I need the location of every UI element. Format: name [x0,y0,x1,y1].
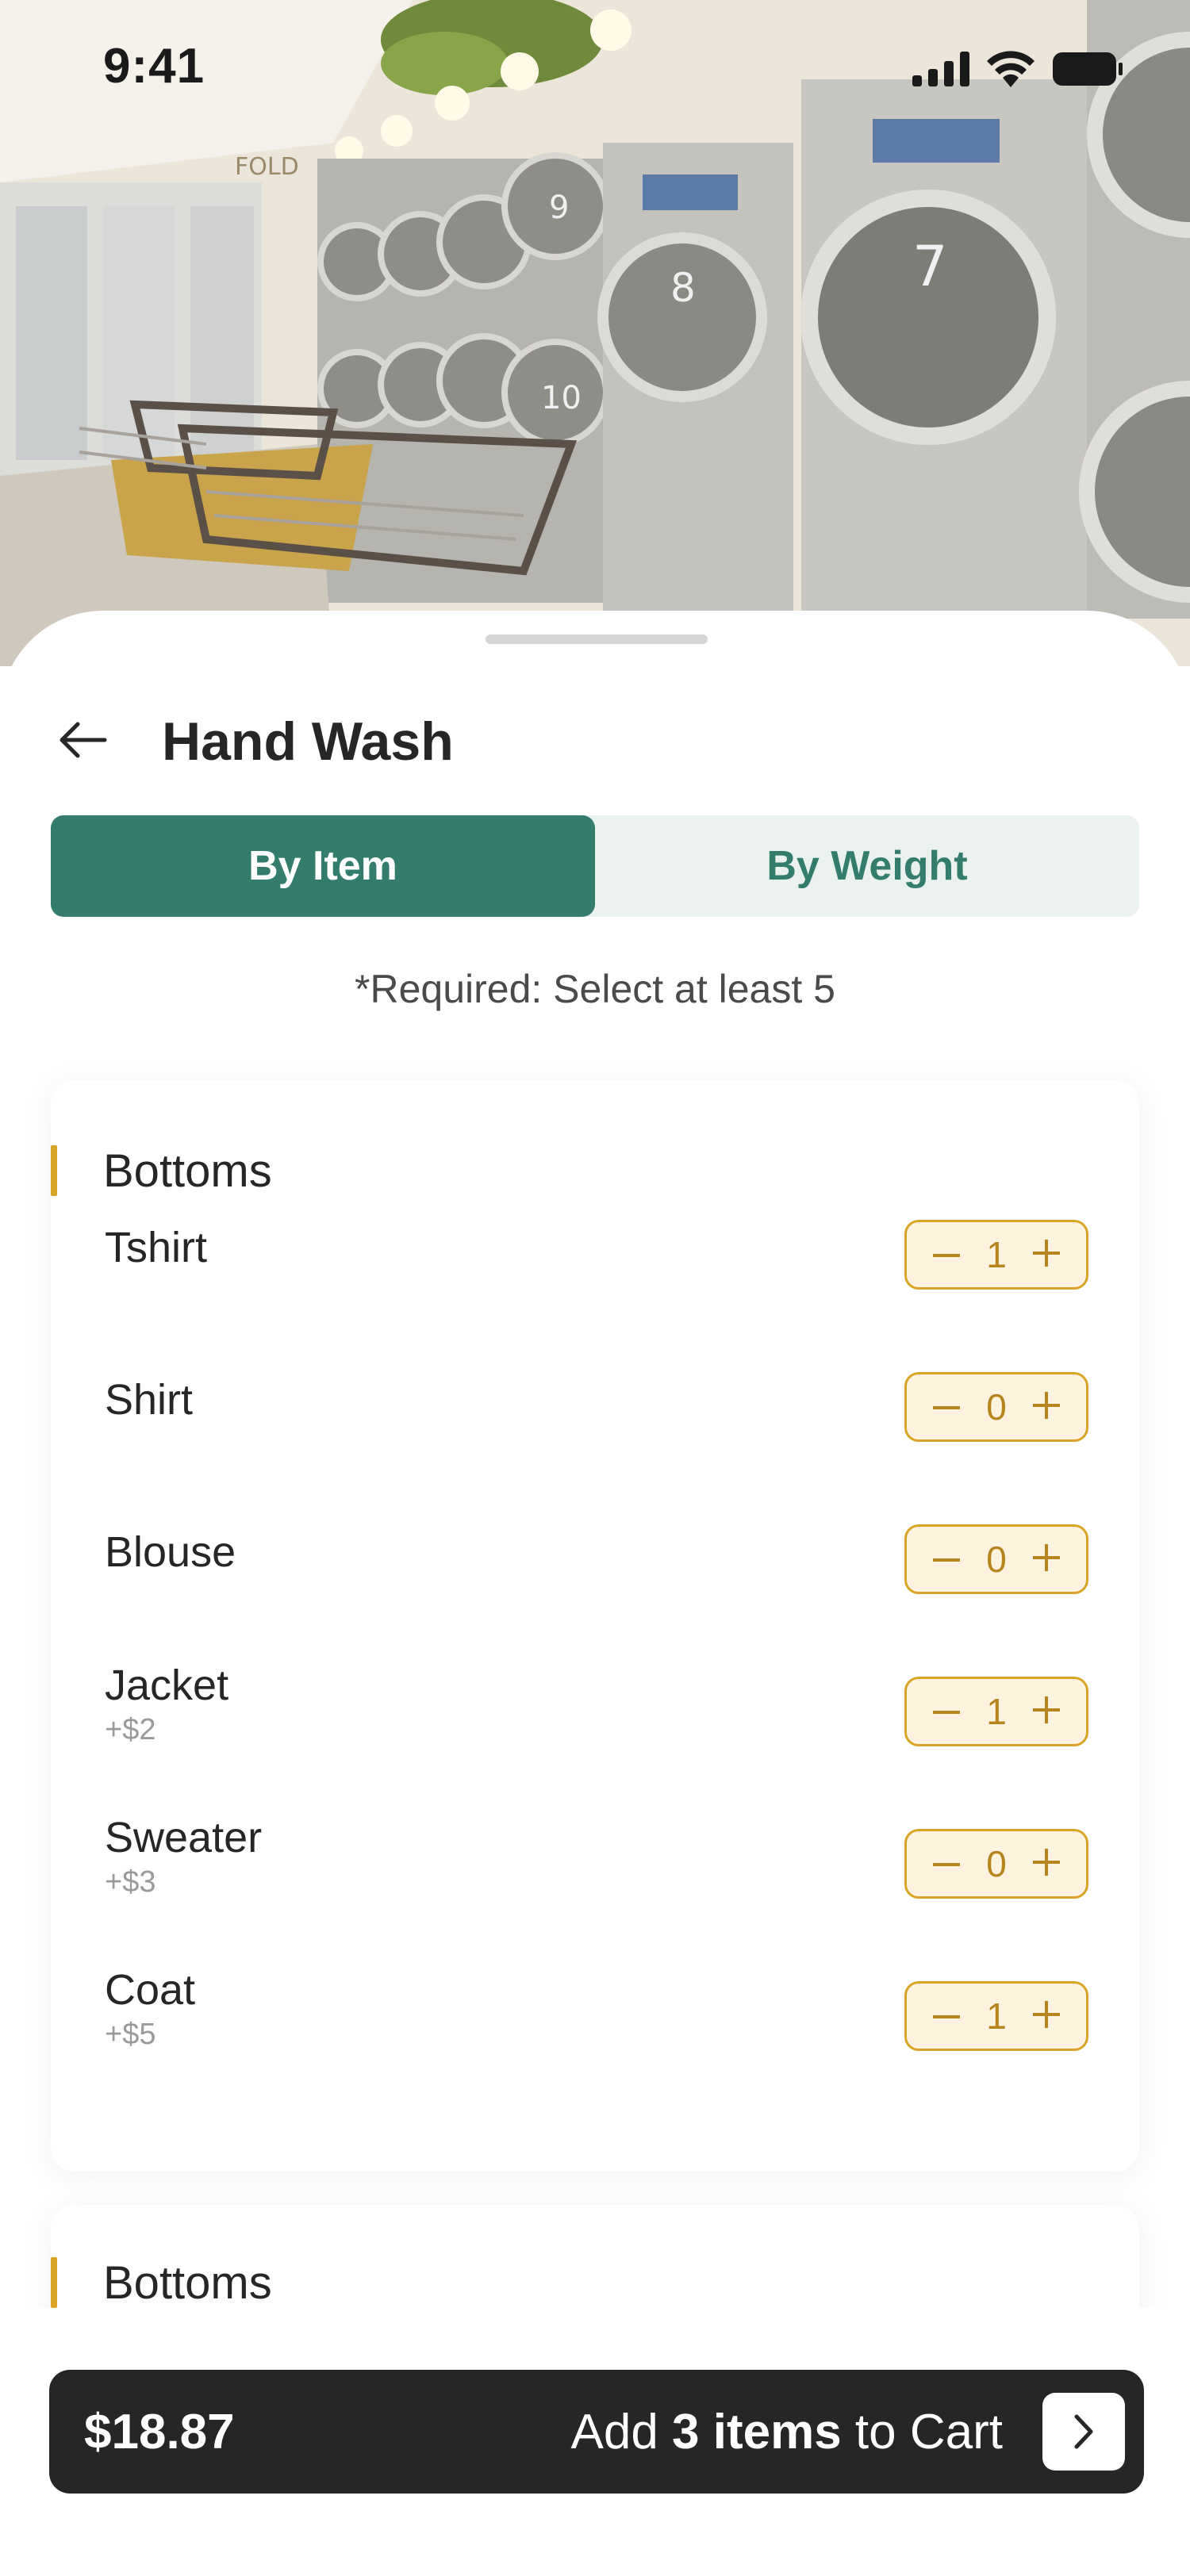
list-item: Tshirt 1 [51,1212,1139,1364]
category-accent-bar [51,1145,57,1196]
plus-icon [1033,1848,1060,1880]
status-time: 9:41 [103,39,205,94]
cart-total-price: $18.87 [84,2404,235,2459]
item-name: Coat [105,1966,196,2014]
chevron-right-icon [1042,2393,1125,2471]
decrement-button[interactable] [926,1843,967,1884]
machine-number-7: 7 [912,234,948,299]
minus-icon [933,2009,960,2023]
tab-by-item[interactable]: By Item [51,815,595,917]
quantity-stepper: 0 [904,1829,1088,1899]
list-item: Sweater +$3 0 [51,1814,1139,1973]
increment-button[interactable] [1026,1691,1067,1732]
decrement-button[interactable] [926,1691,967,1732]
minus-icon [933,1400,960,1414]
back-arrow-icon [57,721,108,763]
quantity-value: 0 [986,1843,1007,1884]
machine-number-8: 8 [670,265,696,311]
bottom-sheet: Hand Wash By Item By Weight *Required: S… [0,611,1190,2576]
cart-item-count: 3 items [672,2404,842,2459]
quantity-value: 0 [986,1539,1007,1580]
minus-icon [933,1857,960,1871]
item-price-extra: +$3 [105,1865,156,1899]
status-bar: 9:41 [0,0,1190,135]
plus-icon [1033,2000,1060,2032]
plus-icon [1033,1543,1060,1575]
bottom-bar: $18.87 Add 3 items to Cart [0,2308,1190,2576]
quantity-stepper: 0 [904,1372,1088,1442]
list-item: Coat +$5 1 [51,1966,1139,2126]
quantity-value: 1 [986,1691,1007,1732]
category-title: Bottoms [103,1144,272,1197]
item-name: Sweater [105,1814,263,1861]
add-to-cart-label: Add 3 items to Cart [570,2404,1003,2460]
minus-icon [933,1248,960,1262]
quantity-value: 0 [986,1386,1007,1428]
add-to-cart-button[interactable]: $18.87 Add 3 items to Cart [49,2370,1144,2494]
battery-icon [1052,52,1123,90]
back-button[interactable] [51,710,114,773]
decrement-button[interactable] [926,1234,967,1275]
increment-button[interactable] [1026,1539,1067,1580]
item-name: Shirt [105,1376,194,1424]
mode-segmented-control: By Item By Weight [51,815,1139,917]
item-price-extra: +$5 [105,2018,156,2051]
quantity-stepper: 1 [904,1220,1088,1290]
machine-number-9: 9 [549,190,569,226]
page-title: Hand Wash [162,711,454,772]
increment-button[interactable] [1026,1995,1067,2037]
category-header: Bottoms [51,1129,1139,1212]
quantity-stepper: 0 [904,1524,1088,1594]
quantity-value: 1 [986,1234,1007,1275]
decrement-button[interactable] [926,1386,967,1428]
plus-icon [1033,1696,1060,1727]
quantity-stepper: 1 [904,1677,1088,1746]
item-name: Blouse [105,1528,236,1576]
decrement-button[interactable] [926,1995,967,2037]
add-to-cart-suffix: to Cart [841,2404,1003,2459]
add-to-cart-prefix: Add [570,2404,673,2459]
fold-sign: FOLD [235,153,299,181]
minus-icon [933,1552,960,1566]
plus-icon [1033,1239,1060,1271]
sheet-grabber[interactable] [486,634,708,644]
list-item: Blouse 0 [51,1516,1139,1669]
item-price-extra: +$2 [105,1713,156,1746]
minus-icon [933,1704,960,1719]
plus-icon [1033,1391,1060,1423]
increment-button[interactable] [1026,1843,1067,1884]
category-title: Bottoms [103,2256,272,2309]
status-icons [912,51,1123,91]
item-name: Tshirt [105,1224,208,1271]
increment-button[interactable] [1026,1386,1067,1428]
list-item: Jacket +$2 1 [51,1662,1139,1821]
quantity-stepper: 1 [904,1981,1088,2051]
signal-icon [912,52,969,90]
required-note: *Required: Select at least 5 [355,967,835,1011]
quantity-value: 1 [986,1995,1007,2037]
increment-button[interactable] [1026,1234,1067,1275]
category-card: Bottoms Tshirt 1 Shirt 0 Blouse 0 Jacket… [51,1080,1139,2172]
decrement-button[interactable] [926,1539,967,1580]
wifi-icon [985,51,1036,91]
list-item: Shirt 0 [51,1364,1139,1516]
header: Hand Wash [51,698,1082,785]
machine-number-10: 10 [541,380,582,416]
tab-by-weight[interactable]: By Weight [595,815,1139,917]
item-name: Jacket [105,1662,229,1709]
category-accent-bar [51,2257,57,2308]
